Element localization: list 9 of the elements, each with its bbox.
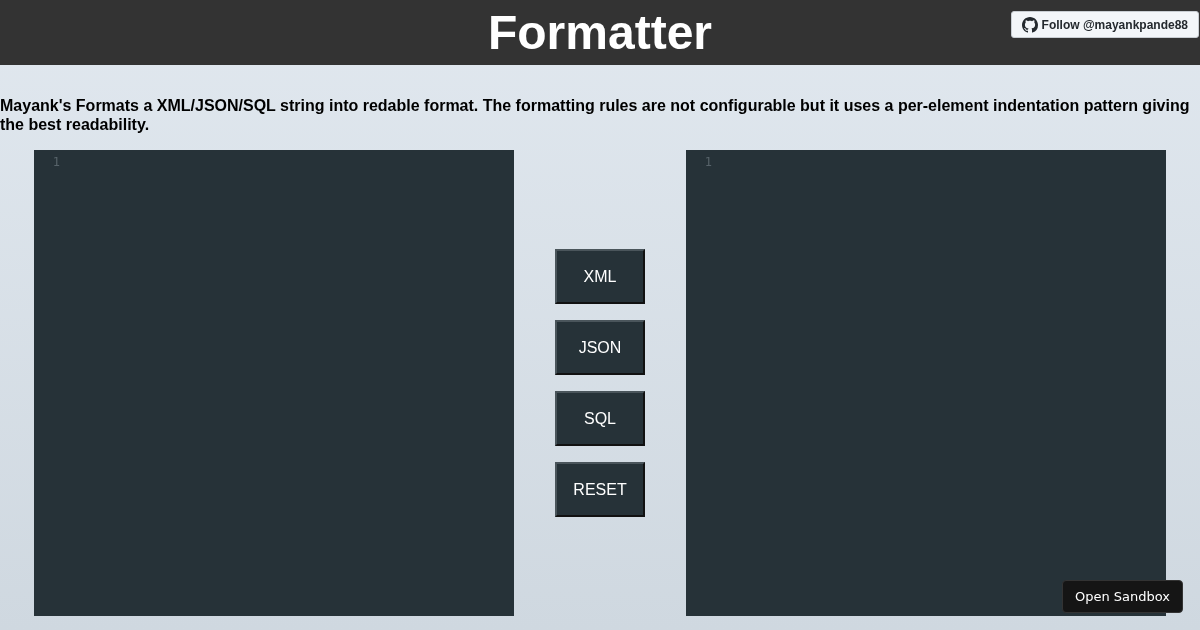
description-text: Mayank's Formats a XML/JSON/SQL string into redable format. The formatting rules are not configurable but it uses a per-element indentation pattern giving the best readability. — [0, 96, 1191, 134]
format-button[interactable]: RESET — [555, 462, 645, 517]
github-icon — [1021, 16, 1038, 33]
open-sandbox-button[interactable]: Open Sandbox — [1061, 580, 1183, 613]
follow-button[interactable]: Follow @mayankpande88 — [1010, 11, 1199, 38]
format-button[interactable]: XML — [555, 249, 645, 304]
format-button[interactable]: JSON — [555, 320, 645, 375]
format-button[interactable]: SQL — [555, 391, 645, 446]
page-title: Formatter — [487, 8, 712, 57]
